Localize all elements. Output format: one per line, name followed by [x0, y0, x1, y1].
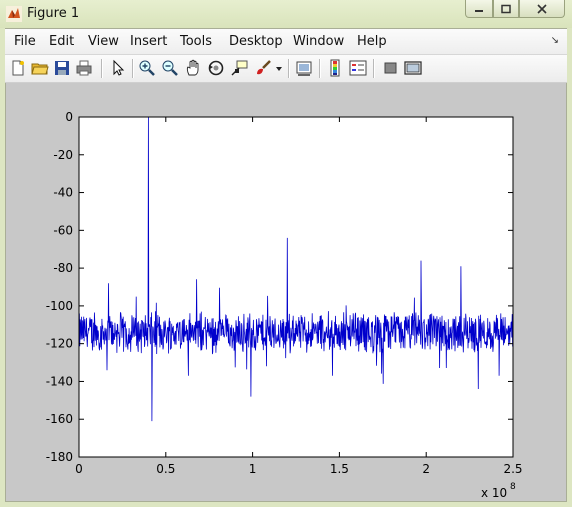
y-tick-label: -100 — [46, 299, 73, 313]
pan-icon[interactable] — [184, 59, 202, 77]
menu-window[interactable]: Window — [293, 34, 344, 49]
toolbar-separator — [132, 59, 134, 78]
maximize-button[interactable] — [493, 0, 519, 18]
rotate-3d-icon[interactable] — [207, 59, 225, 77]
matlab-app-icon — [6, 6, 22, 22]
link-plot-icon[interactable] — [295, 59, 313, 77]
plot-axes[interactable]: 0-20-40-60-80-100-120-140-160-1800 0.5 1 1.… — [6, 84, 566, 501]
close-button[interactable] — [519, 0, 565, 18]
show-plot-tools-icon[interactable] — [404, 59, 422, 77]
x-exponent-label: x 10 — [481, 486, 507, 500]
toolbar-separator — [288, 59, 290, 78]
x-exponent-power: 8 — [510, 482, 516, 492]
menu-file[interactable]: File — [14, 34, 36, 49]
menu-tools[interactable]: Tools — [180, 34, 212, 49]
zoom-in-icon[interactable] — [138, 59, 156, 77]
x-tick-label: 1 — [249, 462, 257, 476]
brush-dropdown-icon[interactable] — [275, 59, 283, 77]
close-icon — [537, 3, 547, 14]
x-tick-label: 2.5 — [503, 462, 522, 476]
save-icon[interactable] — [53, 59, 71, 77]
zoom-out-icon[interactable] — [161, 59, 179, 77]
menu-desktop[interactable]: Desktop — [229, 34, 283, 49]
insert-legend-icon[interactable] — [349, 59, 367, 77]
figure-window: Figure 1 File Edit View Insert Tools Des… — [0, 0, 572, 507]
hide-plot-tools-icon[interactable] — [382, 59, 400, 77]
insert-colorbar-icon[interactable] — [327, 59, 345, 77]
select-arrow-icon[interactable] — [109, 59, 127, 77]
figure-toolbar — [5, 55, 567, 83]
y-tick-label: -20 — [53, 148, 73, 162]
x-tick-label: 2 — [422, 462, 430, 476]
minimize-icon — [475, 9, 483, 12]
axes-background — [79, 117, 513, 457]
menu-view[interactable]: View — [88, 34, 119, 49]
open-file-icon[interactable] — [31, 59, 49, 77]
figure-canvas: 0 -20 -40 -60 -80 -100 -120 -140 -160 -180 0 0.5 1 1.… — [6, 84, 566, 501]
title-bar[interactable]: Figure 1 — [0, 0, 572, 28]
toolbar-separator — [373, 59, 375, 78]
menu-help[interactable]: Help — [357, 34, 387, 49]
toolbar-separator — [319, 59, 321, 78]
x-tick-label: 1.5 — [330, 462, 349, 476]
y-tick-label: -80 — [53, 261, 73, 275]
new-figure-icon[interactable] — [9, 59, 27, 77]
y-tick-label: -120 — [46, 337, 73, 351]
brush-icon[interactable] — [254, 59, 272, 77]
window-title: Figure 1 — [27, 6, 80, 21]
y-tick-label: -160 — [46, 412, 73, 426]
menu-bar: File Edit View Insert Tools Desktop Wind… — [5, 29, 567, 55]
y-tick-label: -140 — [46, 374, 73, 388]
restore-icon — [501, 4, 511, 13]
x-tick-label: 0.5 — [156, 462, 175, 476]
y-tick-label: 0 — [65, 110, 73, 124]
minimize-button[interactable] — [465, 0, 493, 18]
menu-insert[interactable]: Insert — [130, 34, 167, 49]
toolbar-separator — [101, 59, 103, 78]
undock-arrow-icon[interactable]: ↘ — [551, 35, 559, 46]
menu-edit[interactable]: Edit — [49, 34, 74, 49]
x-tick-label: 0 — [75, 462, 83, 476]
y-tick-label: -60 — [53, 223, 73, 237]
y-tick-label: -180 — [46, 450, 73, 464]
y-tick-label: -40 — [53, 186, 73, 200]
print-icon[interactable] — [75, 59, 93, 77]
data-cursor-icon[interactable] — [230, 59, 248, 77]
